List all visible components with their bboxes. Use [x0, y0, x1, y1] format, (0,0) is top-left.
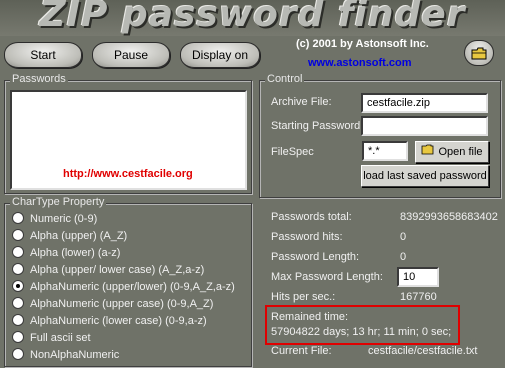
max-password-length-label: Max Password Length: — [271, 271, 383, 283]
starting-password-field[interactable] — [361, 116, 488, 136]
chartype-option-label: Alpha (lower) (a-z) — [30, 247, 121, 259]
copyright-text: (c) 2001 by Astonsoft Inc. — [296, 38, 429, 50]
chartype-option-alpha-upper[interactable]: Alpha (upper) (A_Z) — [12, 228, 127, 244]
folder-icon — [421, 142, 434, 162]
hits-per-sec-value: 167760 — [400, 291, 437, 303]
radio-button[interactable] — [12, 297, 24, 310]
load-saved-password-button[interactable]: load last saved password — [361, 165, 489, 187]
password-hits-value: 0 — [400, 231, 407, 243]
app-title: ZIP password finder — [39, 0, 466, 35]
remained-time-label: Remained time: — [271, 311, 349, 323]
radio-button[interactable] — [12, 348, 24, 361]
radio-button[interactable] — [12, 246, 24, 259]
password-length-label: Password Length: — [271, 251, 360, 263]
open-archive-button[interactable] — [464, 40, 494, 66]
radio-button[interactable] — [12, 212, 24, 225]
chartype-option-nonalphanumeric[interactable]: NonAlphaNumeric — [12, 347, 119, 363]
filespec-label: FileSpec — [271, 146, 314, 158]
current-file-label: Current File: — [271, 345, 332, 357]
chartype-option-alphanumeric-lower[interactable]: AlphaNumeric (lower case) (0-9,a-z) — [12, 313, 207, 329]
chartype-option-numeric[interactable]: Numeric (0-9) — [12, 211, 97, 227]
chartype-option-label: Numeric (0-9) — [30, 213, 98, 225]
passwords-group-label: Passwords — [10, 73, 68, 85]
password-hits-label: Password hits: — [271, 231, 343, 243]
title-banner: ZIP password finder — [0, 0, 505, 36]
chartype-option-alpha-lower[interactable]: Alpha (lower) (a-z) — [12, 245, 120, 261]
chartype-option-label: Alpha (upper) (A_Z) — [30, 230, 128, 242]
control-group-label: Control — [265, 73, 305, 85]
passwords-total-label: Passwords total: — [271, 211, 352, 223]
starting-password-label: Starting Password: — [271, 120, 364, 132]
chartype-group-label: CharType Property — [10, 196, 107, 208]
passwords-url: http://www.cestfacile.org — [63, 168, 193, 180]
password-length-value: 0 — [400, 251, 407, 263]
hits-per-sec-label: Hits per sec.: — [271, 291, 336, 303]
chartype-option-alpha-mixed[interactable]: Alpha (upper/ lower case) (A_Z,a-z) — [12, 262, 204, 278]
pause-button[interactable]: Pause — [92, 42, 170, 68]
chartype-option-label: AlphaNumeric (upper case) (0-9,A_Z) — [30, 298, 214, 310]
current-file-value: cestfacile/cestfacile.txt — [368, 345, 478, 357]
archive-file-field[interactable]: cestfacile.zip — [361, 93, 488, 113]
folder-icon — [471, 45, 487, 60]
radio-button[interactable] — [12, 229, 24, 242]
radio-button[interactable] — [12, 263, 24, 276]
radio-button[interactable] — [12, 314, 24, 327]
chartype-option-label: NonAlphaNumeric — [30, 349, 120, 361]
open-file-button[interactable]: Open file — [415, 141, 489, 163]
radio-button[interactable] — [12, 331, 24, 344]
website-link[interactable]: www.astonsoft.com — [308, 57, 412, 69]
filespec-field[interactable]: *.* — [362, 141, 408, 161]
chartype-option-label: AlphaNumeric (lower case) (0-9,a-z) — [30, 315, 207, 327]
archive-file-label: Archive File: — [271, 96, 332, 108]
max-password-length-field[interactable]: 10 — [397, 267, 439, 287]
open-file-label: Open file — [438, 146, 483, 158]
start-button[interactable]: Start — [4, 42, 82, 68]
radio-button-selected[interactable] — [12, 280, 24, 293]
chartype-option-label: Alpha (upper/ lower case) (A_Z,a-z) — [30, 264, 205, 276]
chartype-option-alphanumeric-mixed[interactable]: AlphaNumeric (upper/lower) (0-9,A_Z,a-z) — [12, 279, 235, 295]
chartype-option-label: Full ascii set — [30, 332, 91, 344]
chartype-option-label: AlphaNumeric (upper/lower) (0-9,A_Z,a-z) — [30, 281, 235, 293]
remained-time-value: 57904822 days; 13 hr; 11 min; 0 sec; — [271, 326, 452, 338]
display-on-button[interactable]: Display on — [180, 42, 260, 68]
chartype-option-full-ascii[interactable]: Full ascii set — [12, 330, 91, 346]
chartype-option-alphanumeric-upper[interactable]: AlphaNumeric (upper case) (0-9,A_Z) — [12, 296, 213, 312]
passwords-total-value: 8392993658683402 — [400, 211, 498, 223]
